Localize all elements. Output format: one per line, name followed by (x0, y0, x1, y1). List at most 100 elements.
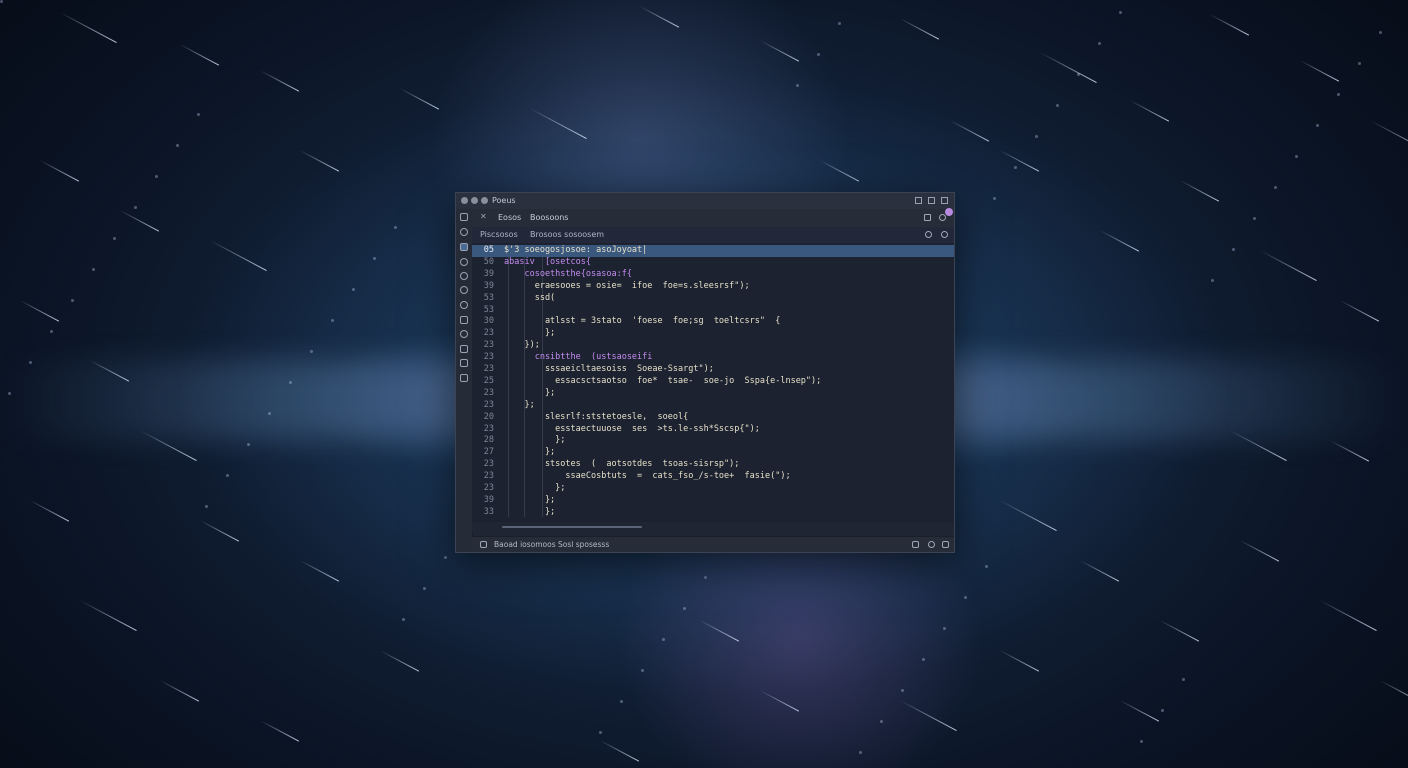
settings-icon[interactable] (941, 231, 948, 238)
code-line[interactable]: 30 atlsst = 3stato 'foese foe;sg toeltcs… (472, 316, 954, 328)
panel-icon[interactable] (941, 197, 948, 204)
code-line[interactable]: 39 }; (472, 495, 954, 507)
code-line[interactable]: 05 $'3 soeogosjosoe: asoJoyoat| (472, 245, 954, 257)
minimize-window-button[interactable] (471, 197, 478, 204)
meteor-streak (209, 240, 267, 271)
code-line[interactable]: 53 (472, 305, 954, 317)
remote-icon[interactable] (460, 301, 468, 309)
bokeh-dot (1379, 31, 1382, 34)
outline-icon[interactable] (460, 359, 468, 367)
code-line[interactable]: 23 ssaeCosbtuts = cats_fso_/s-toe+ fasie… (472, 471, 954, 483)
source-control-icon[interactable] (460, 258, 468, 266)
meteor-streak (1159, 620, 1200, 642)
code-line[interactable]: 50 abasiv [osetcos{ (472, 257, 954, 269)
more-actions-icon[interactable] (939, 214, 946, 221)
breadcrumb-item[interactable]: Piscsosos (480, 230, 518, 239)
search-icon[interactable] (460, 228, 468, 236)
code-line[interactable]: 23 stsotes ( aotsotdes tsoas-sisrsp"); (472, 459, 954, 471)
code-line[interactable]: 39 eraesooes = osie= ifoe foe=s.sleesrsf… (472, 281, 954, 293)
code-line[interactable]: 23 }; (472, 400, 954, 412)
maximize-window-button[interactable] (481, 197, 488, 204)
code-editor[interactable]: 05 $'3 soeogosjosoe: asoJoyoat| 50 abasiv [… (472, 243, 954, 522)
code-text: cnsibtthe (ustsaoseifi (504, 352, 653, 363)
code-text: cosoethsthe{osasoa:f{ (504, 268, 632, 279)
bokeh-dot (373, 257, 376, 260)
layout-toggle-icon[interactable] (915, 197, 922, 204)
search-icon[interactable] (925, 231, 932, 238)
bokeh-dot (1140, 740, 1143, 743)
code-line[interactable]: 53 ssd( (472, 293, 954, 305)
line-number: 27 (483, 447, 494, 458)
line-number: 23 (483, 423, 494, 434)
meteor-streak (259, 720, 300, 742)
code-text: }; (504, 399, 535, 410)
code-line[interactable]: 23 }; (472, 388, 954, 400)
code-line[interactable]: 23 }; (472, 483, 954, 495)
code-text: ssaeCosbtuts = cats_fso_/s-toe+ fasie(")… (504, 471, 791, 482)
scrollbar-thumb[interactable] (502, 526, 642, 528)
code-line[interactable]: 25 essacsctsaotso foe* tsae- soe-jo Sspa… (472, 376, 954, 388)
files-icon[interactable] (460, 243, 468, 251)
bokeh-dot (423, 587, 426, 590)
tab-eosos[interactable]: Eosos (498, 213, 521, 222)
bokeh-dot (1316, 124, 1319, 127)
bokeh-dot (134, 206, 137, 209)
meteor-streak (1239, 540, 1280, 562)
breadcrumb-item[interactable]: Brosoos sosoosem (530, 230, 604, 239)
code-line[interactable]: 23 esstaectuuose ses >ts.le-ssh*Sscsp{")… (472, 424, 954, 436)
line-number: 53 (483, 304, 494, 315)
bokeh-dot (704, 576, 707, 579)
testing-icon[interactable] (460, 316, 468, 324)
code-line[interactable]: 20 slesrlf:ststetoesle, soeol{ (472, 412, 954, 424)
code-line[interactable]: 23 }); (472, 340, 954, 352)
close-window-button[interactable] (461, 197, 468, 204)
line-number: 39 (483, 268, 494, 279)
title-bar[interactable]: Poeus (456, 193, 954, 210)
bokeh-dot (1182, 678, 1185, 681)
explorer-icon[interactable] (460, 213, 468, 221)
bokeh-dot (394, 226, 397, 229)
close-tab-icon[interactable]: ✕ (480, 212, 487, 221)
debug-icon[interactable] (460, 272, 468, 280)
bokeh-dot (205, 505, 208, 508)
split-editor-icon[interactable] (924, 214, 931, 221)
accounts-icon[interactable] (460, 374, 468, 382)
code-text: stsotes ( aotsotdes tsoas-sisrsp"); (504, 459, 740, 470)
code-text: sssaeicltaesoiss Soeae-Ssargt"); (504, 364, 714, 374)
code-text: }; (504, 506, 556, 517)
bokeh-dot (50, 330, 53, 333)
meteor-streak (79, 600, 137, 631)
bokeh-dot (197, 113, 200, 116)
split-view-icon[interactable] (928, 197, 935, 204)
bokeh-dot (29, 361, 32, 364)
sync-icon[interactable] (928, 541, 935, 548)
feedback-icon[interactable] (942, 541, 949, 548)
horizontal-scrollbar[interactable] (472, 522, 954, 532)
timeline-icon[interactable] (460, 330, 468, 338)
code-line[interactable]: 33 }; (472, 507, 954, 519)
bokeh-dot (1014, 166, 1017, 169)
code-line[interactable]: 28 }; (472, 435, 954, 447)
code-line[interactable]: 39 cosoethsthe{osasoa:f{ (472, 269, 954, 281)
code-line[interactable]: 27 }; (472, 447, 954, 459)
code-text: $'3 soeogosjosoe: asoJoyoat| (504, 245, 648, 255)
tab-boosoons[interactable]: Boosoons (530, 213, 568, 222)
code-line[interactable]: 23 sssaeicltaesoiss Soeae-Ssargt"); (472, 364, 954, 376)
code-text: }; (504, 435, 566, 446)
line-number: 23 (483, 483, 494, 493)
remote-status-icon[interactable] (480, 541, 487, 548)
bokeh-dot (226, 474, 229, 477)
bell-icon[interactable] (912, 541, 919, 548)
code-line[interactable]: 23 }; (472, 328, 954, 340)
meteor-streak (1319, 600, 1377, 631)
code-line[interactable]: 23 cnsibtthe (ustsaoseifi (472, 352, 954, 364)
bokeh-dot (176, 144, 179, 147)
bokeh-dot (1253, 217, 1256, 220)
line-number: 20 (483, 411, 494, 422)
line-number: 23 (483, 459, 494, 470)
extensions-icon[interactable] (460, 286, 468, 294)
line-number: 23 (483, 471, 494, 482)
meteor-streak (379, 650, 420, 672)
bokeh-dot (247, 443, 250, 446)
terminal-icon[interactable] (460, 345, 468, 353)
